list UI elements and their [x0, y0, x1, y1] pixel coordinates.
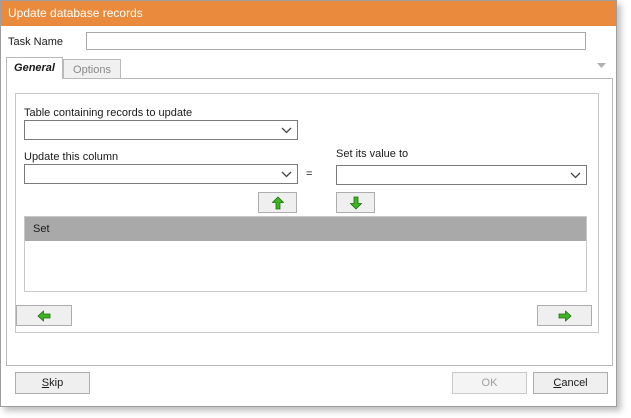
tab-general-label: General — [14, 62, 55, 74]
chevron-down-icon — [570, 172, 581, 179]
column-label: Update this column — [24, 151, 119, 163]
cancel-button[interactable]: Cancel — [533, 372, 608, 394]
window-title: Update database records — [8, 6, 143, 20]
table-label: Table containing records to update — [24, 107, 193, 119]
task-name-input[interactable] — [86, 32, 586, 50]
chevron-down-icon — [281, 171, 292, 178]
cancel-label: ancel — [561, 377, 588, 389]
value-label: Set its value to — [336, 148, 409, 160]
ok-button[interactable]: OK — [452, 372, 527, 394]
list-header: Set — [25, 217, 586, 241]
task-name-label: Task Name — [8, 36, 64, 48]
table-select[interactable] — [24, 120, 298, 140]
equals-sign: = — [306, 168, 313, 180]
tab-options-label: Options — [73, 64, 111, 76]
arrow-left-icon — [37, 310, 51, 321]
value-select[interactable] — [336, 165, 587, 185]
next-button[interactable] — [537, 305, 592, 326]
skip-label: kip — [49, 377, 64, 389]
arrow-down-icon — [349, 196, 362, 209]
arrow-up-icon — [271, 196, 284, 209]
set-list-view[interactable]: Set — [24, 216, 587, 292]
chevron-down-icon — [281, 127, 292, 134]
tab-options[interactable]: Options — [63, 59, 121, 79]
ok-label: OK — [481, 377, 498, 389]
back-button[interactable] — [16, 305, 72, 326]
column-select[interactable] — [24, 164, 298, 184]
move-up-button[interactable] — [258, 192, 297, 213]
set-column-header[interactable]: Set — [33, 223, 50, 235]
skip-button[interactable]: Skip — [15, 372, 90, 394]
title-bar: Update database records — [1, 1, 616, 26]
dialog-window: Update database records Task Name Genera… — [0, 0, 617, 407]
tab-overflow-chevron-icon[interactable] — [597, 63, 606, 69]
arrow-right-icon — [558, 310, 571, 321]
move-down-button[interactable] — [336, 192, 375, 213]
tab-general[interactable]: General — [6, 57, 63, 79]
